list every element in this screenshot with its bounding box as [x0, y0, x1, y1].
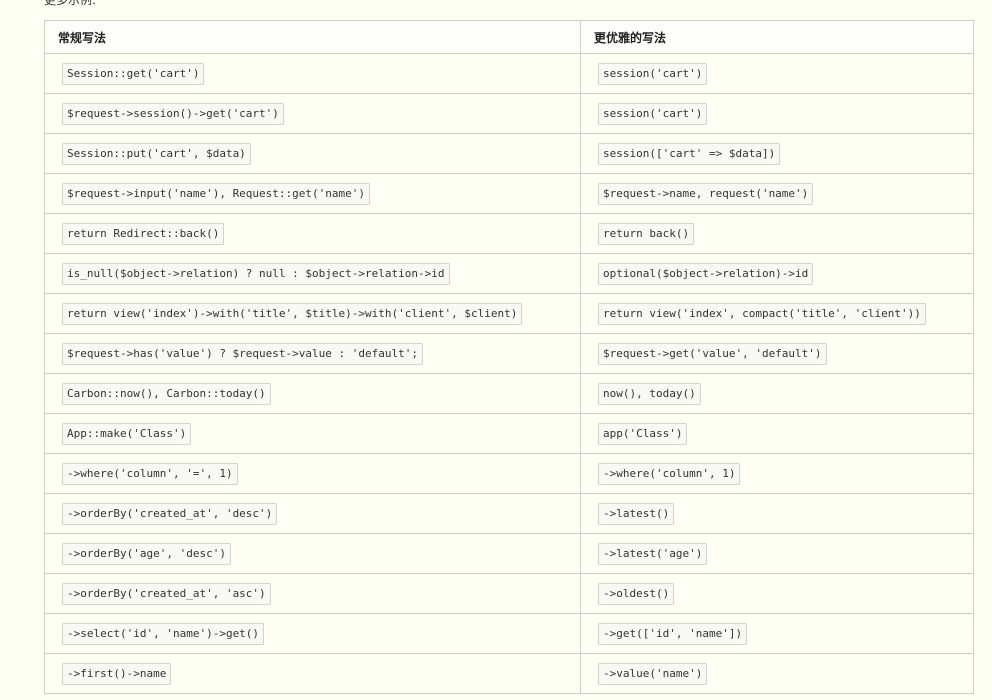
table-row: Carbon::now(), Carbon::today() now(), tod… [44, 373, 974, 414]
conventional-cell: Session::put('cart', $data) [44, 133, 581, 174]
table-row: $request->has('value') ? $request->value… [44, 333, 974, 374]
table-row: App::make('Class') app('Class') [44, 413, 974, 454]
elegant-code: optional($object->relation)->id [598, 263, 814, 285]
elegant-code: app('Class') [598, 423, 688, 445]
conventional-code: return view('index')->with('title', $tit… [62, 303, 523, 325]
conventional-cell: ->orderBy('created_at', 'asc') [44, 573, 581, 614]
conventional-code: $request->input('name'), Request::get('n… [62, 183, 371, 205]
conventional-code: Session::put('cart', $data) [62, 143, 251, 165]
elegant-code: session('cart') [598, 63, 708, 85]
elegant-cell: app('Class') [580, 413, 974, 454]
conventional-code: $request->has('value') ? $request->value… [62, 343, 423, 365]
table-row: Session::get('cart') session('cart') [44, 53, 974, 94]
table-row: is_null($object->relation) ? null : $obj… [44, 253, 974, 294]
elegant-cell: ->where('column', 1) [580, 453, 974, 494]
conventional-cell: App::make('Class') [44, 413, 581, 454]
table-row: $request->session()->get('cart') session(… [44, 93, 974, 134]
elegant-cell: session('cart') [580, 53, 974, 94]
table-row: $request->input('name'), Request::get('n… [44, 173, 974, 214]
conventional-code: return Redirect::back() [62, 223, 225, 245]
elegant-code: ->oldest() [598, 583, 675, 605]
table-body: Session::get('cart') session('cart') $requ… [44, 53, 974, 694]
elegant-code: $request->get('value', 'default') [598, 343, 827, 365]
elegant-cell: now(), today() [580, 373, 974, 414]
intro-text: 更多示例: [44, 0, 97, 7]
conventional-cell: Session::get('cart') [44, 53, 581, 94]
elegant-cell: ->value('name') [580, 653, 974, 694]
elegant-code: now(), today() [598, 383, 701, 405]
elegant-cell: session('cart') [580, 93, 974, 134]
header-conventional: 常规写法 [44, 20, 581, 54]
elegant-code: return view('index', compact('title', 'c… [598, 303, 926, 325]
table-row: return view('index')->with('title', $tit… [44, 293, 974, 334]
elegant-code: return back() [598, 223, 695, 245]
elegant-code: session(['cart' => $data]) [598, 143, 781, 165]
table-row: Session::put('cart', $data) session(['car… [44, 133, 974, 174]
table-row: ->orderBy('created_at', 'asc') ->oldest() [44, 573, 974, 614]
table-row: ->select('id', 'name')->get() ->get(['id'… [44, 613, 974, 654]
conventional-code: Session::get('cart') [62, 63, 205, 85]
table-row: return Redirect::back() return back() [44, 213, 974, 254]
elegant-cell: ->get(['id', 'name']) [580, 613, 974, 654]
elegant-code: ->get(['id', 'name']) [598, 623, 748, 645]
conventional-code: ->orderBy('created_at', 'asc') [62, 583, 271, 605]
elegant-code: $request->name, request('name') [598, 183, 814, 205]
conventional-cell: ->orderBy('created_at', 'desc') [44, 493, 581, 534]
conventional-code: ->first()->name [62, 663, 172, 685]
conventional-cell: ->select('id', 'name')->get() [44, 613, 581, 654]
table-row: ->orderBy('created_at', 'desc') ->latest(… [44, 493, 974, 534]
conventional-code: App::make('Class') [62, 423, 192, 445]
elegant-cell: return back() [580, 213, 974, 254]
conventional-code: ->orderBy('age', 'desc') [62, 543, 231, 565]
elegant-code: ->latest() [598, 503, 675, 525]
elegant-cell: session(['cart' => $data]) [580, 133, 974, 174]
conventional-cell: $request->input('name'), Request::get('n… [44, 173, 581, 214]
conventional-cell: is_null($object->relation) ? null : $obj… [44, 253, 581, 294]
elegant-cell: $request->name, request('name') [580, 173, 974, 214]
elegant-cell: ->latest('age') [580, 533, 974, 574]
conventional-cell: $request->session()->get('cart') [44, 93, 581, 134]
conventional-cell: ->orderBy('age', 'desc') [44, 533, 581, 574]
conventional-code: ->orderBy('created_at', 'desc') [62, 503, 278, 525]
elegant-cell: ->oldest() [580, 573, 974, 614]
conventional-code: Carbon::now(), Carbon::today() [62, 383, 271, 405]
elegant-code: ->latest('age') [598, 543, 708, 565]
elegant-code: ->where('column', 1) [598, 463, 741, 485]
conventional-code: $request->session()->get('cart') [62, 103, 284, 125]
conventional-cell: $request->has('value') ? $request->value… [44, 333, 581, 374]
conventional-cell: Carbon::now(), Carbon::today() [44, 373, 581, 414]
table-row: ->orderBy('age', 'desc') ->latest('age') [44, 533, 974, 574]
conventional-cell: ->first()->name [44, 653, 581, 694]
conventional-code: ->where('column', '=', 1) [62, 463, 238, 485]
elegant-code: session('cart') [598, 103, 708, 125]
conventional-cell: return Redirect::back() [44, 213, 581, 254]
conventional-code: is_null($object->relation) ? null : $obj… [62, 263, 450, 285]
header-elegant: 更优雅的写法 [580, 20, 974, 54]
elegant-cell: ->latest() [580, 493, 974, 534]
table-header-row: 常规写法 更优雅的写法 [44, 20, 974, 54]
elegant-cell: optional($object->relation)->id [580, 253, 974, 294]
page: 更多示例: 常规写法 更优雅的写法 Session::get('cart')se… [0, 0, 992, 700]
table-row: ->where('column', '=', 1) ->where('column… [44, 453, 974, 494]
conventional-cell: return view('index')->with('title', $tit… [44, 293, 581, 334]
elegant-code: ->value('name') [598, 663, 708, 685]
table-row: ->first()->name ->value('name') [44, 653, 974, 694]
comparison-table: 常规写法 更优雅的写法 Session::get('cart')session(… [44, 20, 974, 694]
conventional-cell: ->where('column', '=', 1) [44, 453, 581, 494]
elegant-cell: return view('index', compact('title', 'c… [580, 293, 974, 334]
conventional-code: ->select('id', 'name')->get() [62, 623, 265, 645]
elegant-cell: $request->get('value', 'default') [580, 333, 974, 374]
